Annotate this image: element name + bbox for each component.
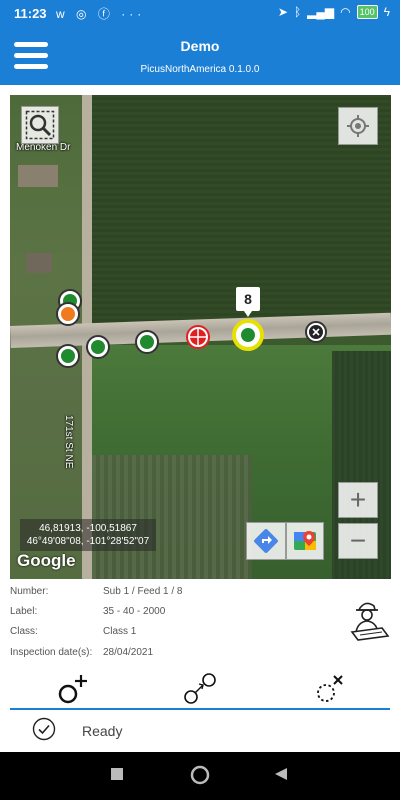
toolbar-divider (10, 708, 390, 710)
signal-icon: ▂▄▆ (307, 5, 335, 19)
whatsapp-icon: ◎ (76, 7, 91, 21)
info-label: Inspection date(s): (10, 647, 93, 658)
status-bar: 11:23 w ◎ ⓕ ··· ➤ ᛒ ▂▄▆ ◠ 100 ϟ (0, 0, 400, 28)
app-header: Demo PicusNorthAmerica 0.1.0.0 (0, 28, 400, 85)
delete-point-icon[interactable] (312, 672, 348, 706)
inspector-icon[interactable] (348, 598, 390, 642)
edit-toolbar (10, 670, 390, 708)
info-value: 35 - 40 - 2000 (103, 606, 166, 617)
map-building (18, 165, 58, 187)
notification-icons: w ◎ ⓕ ··· (56, 5, 145, 22)
directions-icon (254, 529, 278, 553)
coordinates-decimal: 46,81913, -100,51867 (39, 523, 137, 534)
open-google-maps-button[interactable] (286, 522, 324, 560)
google-logo: Google (17, 551, 76, 570)
info-value: Class 1 (103, 626, 137, 637)
back-icon[interactable] (274, 767, 288, 781)
app-subtitle: PicusNorthAmerica 0.1.0.0 (140, 64, 260, 75)
location-icon: ➤ (277, 5, 288, 19)
facebook-icon: ⓕ (97, 7, 114, 21)
more-icon: ··· (121, 7, 146, 21)
android-nav-bar (0, 752, 400, 800)
battery-icon: 100 (356, 5, 378, 19)
status-text: Ready (82, 723, 123, 739)
map-pin-selected[interactable] (232, 319, 264, 351)
info-value: 28/04/2021 (103, 647, 154, 658)
info-label: Label: (10, 606, 38, 617)
my-location-button[interactable] (338, 107, 378, 145)
system-icons: ➤ ᛒ ▂▄▆ ◠ 100 ϟ (278, 5, 390, 19)
check-circle-icon (32, 717, 56, 741)
move-point-icon[interactable] (182, 672, 218, 706)
street-label: 171st St NE (63, 415, 74, 469)
map-pin-deleted[interactable] (305, 321, 327, 343)
coordinates-dms: 46°49'08"08, -101°28'52"07 (26, 536, 150, 547)
selected-pin-label: 8 (236, 287, 260, 317)
directions-button[interactable] (246, 522, 286, 560)
wifi-icon: ◠ (340, 5, 351, 19)
charging-icon: ϟ (383, 5, 390, 19)
map-pin-green[interactable] (135, 330, 159, 354)
map-pin-green[interactable] (56, 344, 80, 368)
zoom-selection-button[interactable] (21, 106, 59, 144)
w-icon: w (56, 7, 69, 21)
status-line: Ready (0, 712, 400, 750)
info-label: Class: (10, 626, 38, 637)
close-icon (309, 325, 323, 339)
google-maps-icon (294, 531, 316, 550)
map-pin-red[interactable] (186, 325, 210, 349)
map-pin-green[interactable] (86, 335, 110, 359)
crosshair-icon (347, 115, 369, 137)
app-title: Demo (180, 38, 220, 54)
map-building (26, 253, 52, 273)
map-pin-orange[interactable] (56, 302, 80, 326)
map-view[interactable]: Menoken Dr 171st St NE 8 46,81913, -100,… (10, 95, 391, 579)
coordinates-overlay: 46,81913, -100,51867 46°49'08"08, -101°2… (20, 519, 156, 551)
status-time: 11:23 (14, 6, 47, 21)
zoom-out-button[interactable]: − (338, 523, 378, 559)
add-point-icon[interactable] (54, 672, 90, 706)
app-root: 11:23 w ◎ ⓕ ··· ➤ ᛒ ▂▄▆ ◠ 100 ϟ Demo Pic… (0, 0, 400, 800)
home-icon[interactable] (190, 765, 210, 785)
bluetooth-icon: ᛒ (293, 5, 302, 19)
map-field (92, 455, 252, 579)
info-value: Sub 1 / Feed 1 / 8 (103, 586, 183, 597)
zoom-in-button[interactable]: + (338, 482, 378, 518)
magnifier-icon (25, 110, 55, 140)
recents-icon[interactable] (110, 767, 124, 781)
target-icon (190, 329, 206, 345)
info-label: Number: (10, 586, 49, 597)
